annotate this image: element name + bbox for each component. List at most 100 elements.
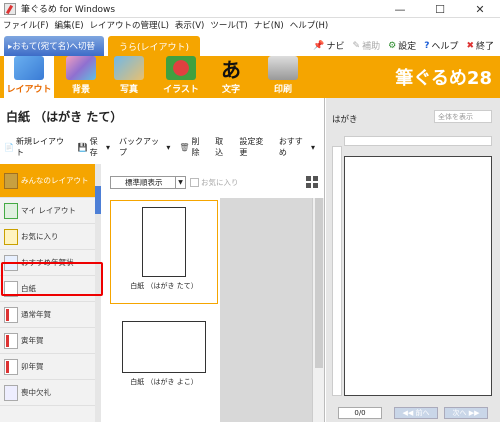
- menu-navi[interactable]: ナビ(N): [254, 19, 284, 31]
- menu-bar: ファイル(F) 編集(E) レイアウトの管理(L) 表示(V) ツール(T) ナ…: [0, 18, 500, 32]
- thumbnail-label: 白紙 （はがき たて）: [130, 282, 198, 290]
- new-layout-button[interactable]: 📄 新規レイアウト: [4, 136, 69, 158]
- menu-file[interactable]: ファイル(F): [3, 19, 49, 31]
- hojo-icon: ✎: [352, 40, 361, 51]
- thumbnail-scrollbar[interactable]: [312, 198, 324, 422]
- ribbon-photo[interactable]: 写真: [104, 56, 154, 98]
- category-label: お気に入り: [21, 232, 59, 241]
- background-icon: [66, 56, 96, 80]
- sort-select[interactable]: 標準順表示 ▼: [110, 176, 186, 189]
- change-settings-button[interactable]: 設定変更: [239, 136, 269, 158]
- thumbnail-portrait[interactable]: 白紙 （はがき たて）: [110, 200, 218, 304]
- person-icon: [4, 202, 18, 219]
- landscape-postcard-preview: [122, 321, 206, 373]
- ribbon-illustration-label: イラスト: [163, 85, 199, 95]
- exit-label: 終了: [475, 42, 494, 52]
- save-dropdown-icon: ▾: [105, 142, 110, 152]
- gear-icon: ⚙: [388, 40, 397, 51]
- hojo-label: 補助: [362, 42, 381, 52]
- save-button[interactable]: 💾 保存 ▾: [78, 136, 110, 158]
- category-mochu[interactable]: 喪中欠礼: [0, 380, 95, 406]
- new-layout-label: 新規レイアウト: [15, 137, 64, 157]
- backup-button[interactable]: バックアップ ▾: [119, 136, 170, 158]
- question-icon: ?: [424, 40, 430, 51]
- recommended-label: おすすめ: [278, 137, 303, 157]
- navi-button[interactable]: 📌 ナビ: [313, 39, 344, 53]
- settings-label: 設定: [398, 42, 417, 52]
- people-icon: [4, 172, 18, 189]
- menu-help[interactable]: ヘルプ(H): [290, 19, 329, 31]
- new-icon: 📄: [4, 142, 14, 152]
- exit-button[interactable]: ✖ 終了: [466, 39, 494, 53]
- navi-pin-icon: 📌: [313, 40, 325, 51]
- delete-button[interactable]: 🗑 削除: [179, 136, 206, 158]
- category-label: 通常年賀: [21, 310, 51, 319]
- close-button[interactable]: ✕: [460, 0, 500, 18]
- favorites-filter[interactable]: お気に入り: [190, 176, 239, 189]
- nav-row: ▸おもて(宛て名)へ切替 うら(レイアウト) 📌 ナビ ✎ 補助 ⚙ 設定 ? ヘルプ …: [0, 32, 500, 56]
- printer-icon: [268, 56, 298, 80]
- ruler-horizontal: [344, 136, 492, 146]
- maximize-button[interactable]: ☐: [420, 0, 460, 18]
- recommended-dropdown-icon: ▾: [310, 142, 315, 152]
- recommended-button[interactable]: おすすめ ▾: [279, 136, 315, 158]
- ribbon-print[interactable]: 印刷: [258, 56, 308, 98]
- highlight-box: [1, 262, 103, 296]
- close-x-icon: ✖: [466, 40, 474, 51]
- hojo-button[interactable]: ✎ 補助: [352, 39, 381, 53]
- thumbnail-landscape[interactable]: 白紙 （はがき よこ）: [110, 314, 218, 404]
- category-label: 寅年賀: [21, 336, 44, 345]
- menu-tools[interactable]: ツール(T): [210, 19, 247, 31]
- ribbon-illustration[interactable]: イラスト: [156, 56, 206, 98]
- postcard-preview[interactable]: [344, 156, 492, 396]
- category-minna-layout[interactable]: みんなのレイアウト: [0, 164, 95, 198]
- ribbon-layout[interactable]: レイアウト: [4, 56, 54, 98]
- category-normal-nenga[interactable]: 通常年賀: [0, 302, 95, 328]
- layout-panel: 白紙 （はがき たて） 📄 新規レイアウト 💾 保存 ▾ バックアップ ▾ 🗑 削除 取込…: [0, 98, 325, 422]
- menu-view[interactable]: 表示(V): [175, 19, 204, 31]
- sort-value: 標準順表示: [125, 178, 163, 187]
- zoom-select[interactable]: 全体を表示: [434, 110, 492, 123]
- grid-view-icon[interactable]: [306, 176, 318, 188]
- ribbon-background[interactable]: 背景: [56, 56, 106, 98]
- ribbon-text[interactable]: あ 文字: [206, 56, 256, 98]
- category-tora-nenga[interactable]: 寅年賀: [0, 328, 95, 354]
- trash-icon: 🗑: [179, 142, 190, 152]
- layout-icon: [14, 56, 44, 80]
- omote-switch-tab[interactable]: ▸おもて(宛て名)へ切替: [4, 36, 104, 56]
- prev-page-button[interactable]: ◀◀ 前へ: [394, 407, 438, 419]
- ribbon-background-label: 背景: [71, 85, 90, 95]
- menu-layout-manage[interactable]: レイアウトの管理(L): [90, 19, 169, 31]
- menu-edit[interactable]: 編集(E): [55, 19, 84, 31]
- category-u-nenga[interactable]: 卯年賀: [0, 354, 95, 380]
- import-button[interactable]: 取込: [215, 136, 230, 158]
- checkbox-icon: [190, 178, 199, 187]
- category-favorites[interactable]: お気に入り: [0, 224, 95, 250]
- photo-icon: [114, 56, 144, 80]
- preview-panel: はがき 全体を表示 0/0 ◀◀ 前へ 次へ ▶▶: [326, 98, 500, 422]
- delete-label: 削除: [191, 137, 200, 157]
- app-icon: [4, 2, 16, 15]
- category-label: 喪中欠礼: [21, 388, 51, 397]
- watermelon-icon: [166, 56, 196, 80]
- thumbnail-list: 白紙 （はがき たて） 白紙 （はがき よこ）: [110, 198, 220, 422]
- window-title: 筆ぐるめ for Windows: [21, 5, 116, 15]
- category-scroll-thumb[interactable]: [95, 186, 101, 214]
- thumbnail-scroll-thumb[interactable]: [315, 198, 323, 368]
- help-button[interactable]: ? ヘルプ: [424, 39, 459, 53]
- save-label: 保存: [89, 137, 98, 157]
- ura-layout-tab[interactable]: うら(レイアウト): [108, 36, 200, 56]
- nenga-card-icon: [4, 306, 18, 323]
- ruler-vertical: [332, 146, 342, 396]
- settings-button[interactable]: ⚙ 設定: [388, 39, 417, 53]
- help-label: ヘルプ: [431, 42, 459, 52]
- category-label: マイ レイアウト: [21, 206, 76, 215]
- ribbon-text-label: 文字: [221, 85, 240, 95]
- portrait-postcard-preview: [142, 207, 186, 277]
- category-label: 卯年賀: [21, 362, 44, 371]
- minimize-button[interactable]: —: [380, 0, 420, 18]
- save-icon: 💾: [77, 142, 88, 152]
- star-icon: [4, 228, 18, 245]
- category-my-layout[interactable]: マイ レイアウト: [0, 198, 95, 224]
- next-page-button[interactable]: 次へ ▶▶: [444, 407, 488, 419]
